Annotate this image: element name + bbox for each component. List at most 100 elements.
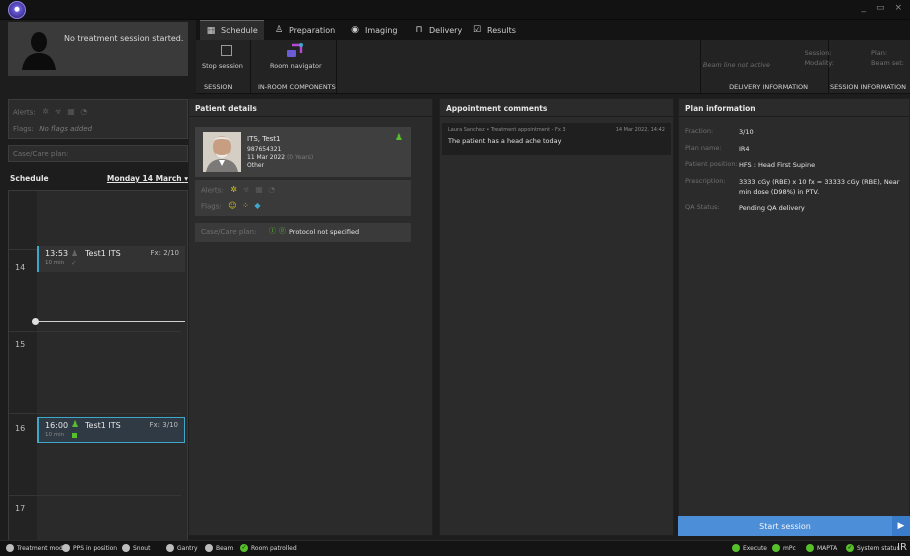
- status-pps-in-position: PPS in position: [62, 544, 117, 552]
- status-label: Treatment mode: [17, 544, 67, 552]
- patient-alerts-row: Alerts: ✲ ☣ ▦ ◔: [201, 185, 275, 195]
- comment-item[interactable]: Laura Sanchez • Treatment appointment - …: [442, 123, 671, 155]
- hour-label: 14: [15, 263, 26, 272]
- status-mpc: mPc: [772, 544, 796, 552]
- tab-label: Imaging: [365, 25, 398, 35]
- plan-key: QA Status:: [685, 203, 720, 211]
- close-icon[interactable]: ×: [894, 3, 902, 13]
- alerts-row: Alerts: ✲ ☣ ▦ ◔: [13, 107, 87, 117]
- comment-date: 14 Mar 2022, 14:42: [615, 127, 665, 133]
- status-label: PPS in position: [73, 544, 118, 552]
- patient-flags-row: Flags: ☺ ⁘ ◆: [201, 201, 261, 211]
- plan-keys: Plan: Beam set:: [871, 48, 904, 68]
- status-label: System status: [857, 544, 900, 552]
- status-dot-icon: [732, 544, 740, 552]
- appointment-time: 13:53: [45, 249, 69, 258]
- left-casecare-plan: Case/Care plan:: [8, 145, 188, 162]
- appointment-item[interactable]: 13:53 10 min ♟ ✓ Test1 ITS Fx: 2/10: [37, 246, 185, 272]
- app-logo-icon[interactable]: [8, 1, 26, 19]
- restore-icon[interactable]: ▭: [876, 3, 885, 13]
- allergy-alert-icon[interactable]: ✲: [230, 185, 237, 195]
- in-room-group-label: IN-ROOM COMPONENTS: [258, 83, 336, 91]
- delivery-icon: ⊓: [415, 25, 423, 35]
- room-navigator-label: Room navigator: [270, 62, 322, 70]
- session-group-label: SESSION: [204, 83, 233, 91]
- pacemaker-alert-icon: ◔: [80, 107, 88, 116]
- status-gantry: Gantry: [166, 544, 198, 552]
- status-system[interactable]: ✓ System status: [846, 544, 900, 552]
- patient-sex: Other: [247, 162, 265, 169]
- flags-value: No flags added: [39, 125, 93, 133]
- appointment-comments-title: Appointment comments: [440, 99, 673, 117]
- schedule-date-selector[interactable]: Monday 14 March ▾: [107, 174, 188, 183]
- appointment-fraction: Fx: 3/10: [149, 421, 178, 429]
- plan-information-title: Plan information: [679, 99, 909, 117]
- calendar-icon: ▦: [206, 25, 216, 36]
- stop-session-label: Stop session: [202, 62, 243, 70]
- casecare-label: Case/Care plan:: [13, 150, 69, 158]
- protocol-badge-icon: ⓟ: [279, 227, 286, 235]
- plan-key: Plan:: [871, 49, 888, 57]
- toolbar-divider: [250, 40, 251, 94]
- plan-value: 3333 cGy (RBE) x 10 fx = 33333 cGy (RBE)…: [739, 178, 900, 196]
- face-flag-icon[interactable]: ☺: [228, 201, 236, 211]
- implant-alert-icon: ▦: [67, 107, 75, 116]
- plan-value: HFS : Head First Supine: [739, 161, 816, 169]
- allergy-alert-icon: ✲: [42, 107, 49, 116]
- patient-alerts-flags: Alerts: ✲ ☣ ▦ ◔ Flags: ☺ ⁘ ◆: [195, 180, 411, 216]
- tab-results[interactable]: ☑ Results: [466, 20, 522, 40]
- left-alerts-flags: Alerts: ✲ ☣ ▦ ◔ Flags: No flags added: [8, 99, 188, 139]
- toolbar-divider: [336, 40, 337, 94]
- person-silhouette-icon: [20, 30, 58, 70]
- plan-value: Pending QA delivery: [739, 204, 805, 212]
- appointment-item-selected[interactable]: 16:00 10 min ♟ Test1 ITS Fx: 3/10: [37, 417, 185, 443]
- comment-meta: Laura Sanchez • Treatment appointment - …: [448, 127, 566, 133]
- tab-label: Schedule: [221, 26, 258, 35]
- schedule-title: Schedule: [10, 174, 49, 183]
- tab-delivery[interactable]: ⊓ Delivery: [408, 20, 468, 40]
- session-keys: Session: Modality:: [805, 48, 834, 68]
- plan-key: Plan name:: [685, 144, 722, 152]
- play-arrow-icon[interactable]: ▶: [892, 516, 910, 536]
- infection-alert-icon: ☣: [242, 185, 250, 194]
- start-session-button[interactable]: Start session: [678, 516, 892, 536]
- minimize-icon[interactable]: _: [861, 3, 866, 13]
- plan-value: 3/10: [739, 128, 754, 136]
- status-dot-icon: [6, 544, 14, 552]
- plan-value: IR4: [739, 145, 750, 153]
- patient-card[interactable]: ITS, Test1 987654321 11 Mar 2022 (0 Year…: [195, 127, 411, 177]
- status-dot-icon: [205, 544, 213, 552]
- flags-label: Flags:: [13, 125, 34, 133]
- appointment-patient: Test1 ITS: [85, 421, 121, 430]
- infection-alert-icon: ☣: [54, 107, 62, 116]
- patient-photo: [203, 132, 241, 172]
- schedule-date: Monday 14 March: [106, 174, 182, 183]
- treatment-badge-icon: ⓣ: [269, 227, 276, 235]
- droplet-flag-icon[interactable]: ◆: [254, 201, 260, 211]
- status-square-icon: [72, 433, 77, 438]
- tab-preparation[interactable]: ♙ Preparation: [268, 20, 341, 40]
- tab-imaging[interactable]: ◉ Imaging: [344, 20, 404, 40]
- tab-schedule[interactable]: ▦ Schedule: [200, 20, 264, 40]
- status-dot-icon: [166, 544, 174, 552]
- casecare-label: Case/Care plan:: [201, 228, 257, 236]
- person-icon: ♙: [274, 25, 284, 35]
- main-tabs: ▦ Schedule ♙ Preparation ◉ Imaging ⊓ Del…: [196, 20, 910, 40]
- status-dot-icon: [62, 544, 70, 552]
- session-card: No treatment session started.: [8, 22, 188, 76]
- appointment-patient: Test1 ITS: [85, 249, 121, 258]
- window-controls: _ ▭ ×: [861, 3, 902, 13]
- dots-flag-icon[interactable]: ⁘: [242, 201, 249, 211]
- schedule-timeline[interactable]: 14 15 16 17 13:53 10 min ♟ ✓ Test1 ITS F…: [8, 190, 188, 552]
- current-time-marker: [32, 318, 39, 325]
- status-label: Room patrolled: [251, 544, 297, 552]
- appointment-duration: 10 min: [45, 260, 65, 266]
- session-key: Session:: [804, 49, 832, 57]
- status-label: Execute: [743, 544, 767, 552]
- status-beam: Beam: [205, 544, 233, 552]
- appointment-fraction: Fx: 2/10: [150, 249, 179, 257]
- patient-name: ITS, Test1: [247, 135, 281, 143]
- status-treatment-mode: Treatment mode: [6, 544, 66, 552]
- patient-dob: 11 Mar 2022 (0 Years): [247, 154, 313, 161]
- comment-text: The patient has a head ache today: [448, 137, 562, 145]
